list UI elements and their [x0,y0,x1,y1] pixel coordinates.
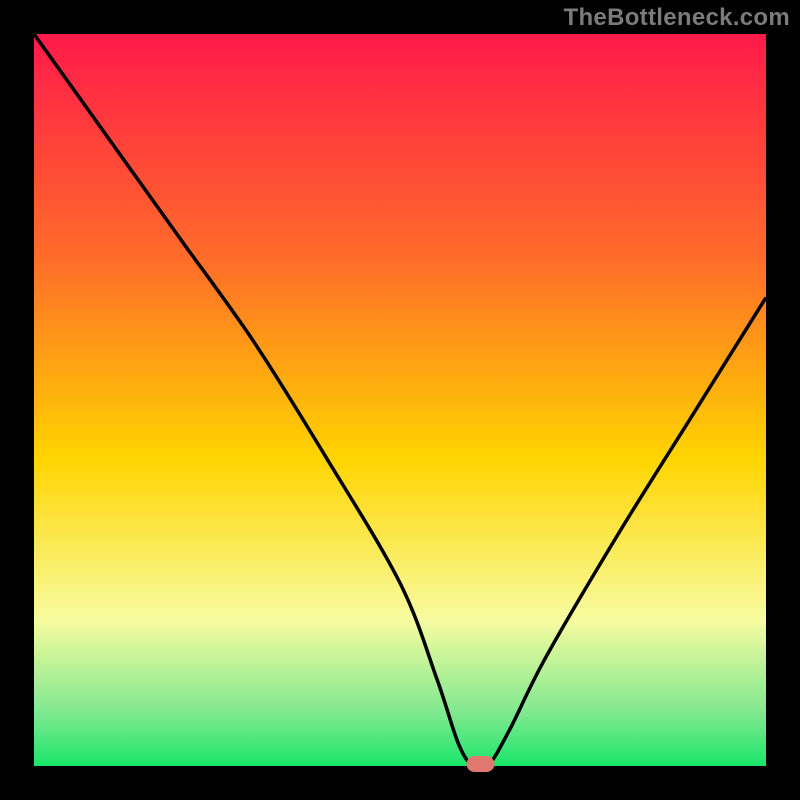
optimal-marker [467,756,495,772]
bottleneck-chart [0,0,800,800]
plot-background [34,34,766,766]
branding-watermark: TheBottleneck.com [564,4,790,32]
chart-frame: TheBottleneck.com [0,0,800,800]
